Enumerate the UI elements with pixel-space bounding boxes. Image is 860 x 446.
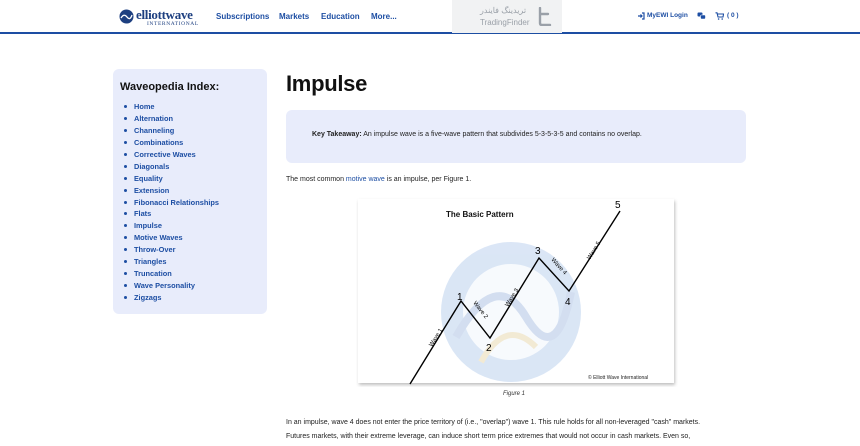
sidebar-title: Waveopedia Index: xyxy=(120,81,220,93)
nav-markets[interactable]: Markets xyxy=(279,12,309,21)
sidebar-item-wave-personality[interactable]: Wave Personality xyxy=(121,279,219,291)
sidebar-item-alternation[interactable]: Alternation xyxy=(121,113,219,125)
wave-point-5: 5 xyxy=(615,200,621,211)
waveopedia-index-sidebar: Waveopedia Index: Home Alternation Chann… xyxy=(113,69,267,314)
wave-point-2: 2 xyxy=(486,343,492,354)
motive-wave-link[interactable]: motive wave xyxy=(346,176,385,183)
intro-text-end: is an impulse, per Figure 1. xyxy=(384,176,472,183)
watermark-persian-text: تریدینگ فایندر xyxy=(480,6,527,15)
intro-paragraph: The most common motive wave is an impuls… xyxy=(286,176,471,183)
nav-education[interactable]: Education xyxy=(321,12,360,21)
sidebar-item-extension[interactable]: Extension xyxy=(121,184,219,196)
sidebar-item-channeling[interactable]: Channeling xyxy=(121,125,219,137)
sidebar-item-diagonals[interactable]: Diagonals xyxy=(121,160,219,172)
logo-subtitle: INTERNATIONAL xyxy=(147,21,199,27)
sidebar-item-equality[interactable]: Equality xyxy=(121,172,219,184)
wave-point-1: 1 xyxy=(457,292,463,303)
key-takeaway: Key Takeaway: An impulse wave is a five-… xyxy=(312,131,642,138)
watermark-english-text: TradingFinder xyxy=(480,18,530,27)
sidebar-item-flats[interactable]: Flats xyxy=(121,208,219,220)
sidebar-list: Home Alternation Channeling Combinations… xyxy=(121,101,219,303)
myewi-login-link[interactable]: MyEWI Login xyxy=(647,12,688,19)
sidebar-item-fibonacci-relationships[interactable]: Fibonacci Relationships xyxy=(121,196,219,208)
login-icon xyxy=(638,12,645,20)
tradingfinder-logo-icon xyxy=(538,7,552,26)
body-paragraph-line-1: In an impulse, wave 4 does not enter the… xyxy=(286,419,701,426)
globe-logo-icon xyxy=(119,9,134,24)
figure-copyright: © Elliott Wave International xyxy=(588,374,648,381)
sidebar-item-throw-over[interactable]: Throw-Over xyxy=(121,244,219,256)
sidebar-item-motive-waves[interactable]: Motive Waves xyxy=(121,232,219,244)
sidebar-item-combinations[interactable]: Combinations xyxy=(121,137,219,149)
elliottwave-logo[interactable]: elliottwave INTERNATIONAL xyxy=(119,7,205,29)
wave-point-3: 3 xyxy=(535,246,541,257)
sidebar-item-impulse[interactable]: Impulse xyxy=(121,220,219,232)
figure-caption: Figure 1 xyxy=(503,391,526,397)
sidebar-item-triangles[interactable]: Triangles xyxy=(121,256,219,268)
cart-icon[interactable] xyxy=(715,12,724,20)
nav-subscriptions[interactable]: Subscriptions xyxy=(216,12,269,21)
intro-text-start: The most common xyxy=(286,176,346,183)
sidebar-item-home[interactable]: Home xyxy=(121,101,219,113)
basic-pattern-figure: The Basic Pattern 1 2 3 4 5 Wave 1 Wave … xyxy=(358,199,674,385)
chat-icon[interactable] xyxy=(697,12,706,20)
page-title: Impulse xyxy=(286,71,368,96)
sidebar-item-zigzags[interactable]: Zigzags xyxy=(121,291,219,303)
sidebar-item-truncation[interactable]: Truncation xyxy=(121,267,219,279)
key-takeaway-label: Key Takeaway: xyxy=(312,131,362,138)
figure-title: The Basic Pattern xyxy=(446,210,514,219)
wave-point-4: 4 xyxy=(565,297,571,308)
key-takeaway-text: An impulse wave is a five-wave pattern t… xyxy=(361,131,642,138)
sidebar-item-corrective-waves[interactable]: Corrective Waves xyxy=(121,149,219,161)
nav-more[interactable]: More... xyxy=(371,12,397,21)
body-paragraph-line-2: Futures markets, with their extreme leve… xyxy=(286,433,691,440)
cart-count[interactable]: ( 0 ) xyxy=(727,12,739,19)
